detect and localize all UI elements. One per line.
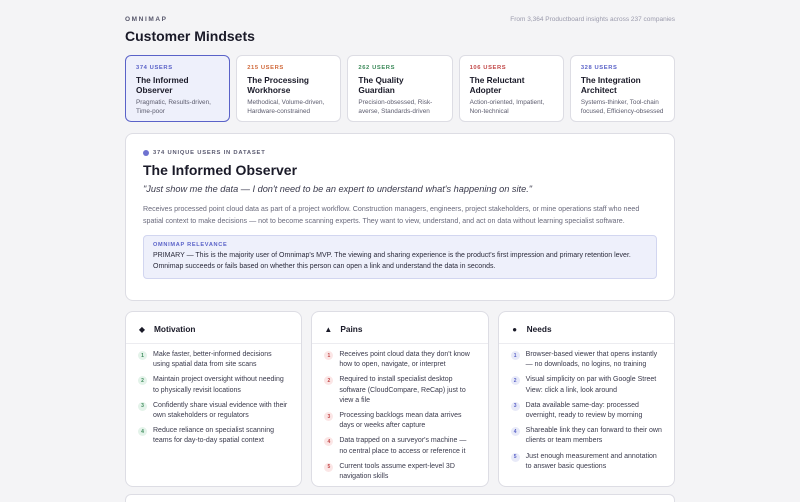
item-number-badge: 1	[324, 351, 334, 360]
list-item: 4 Data trapped on a surveyor's machine — …	[324, 436, 475, 456]
list-item: 3 Processing backlogs mean data arrives d…	[324, 411, 475, 431]
list-item: 3 Data available same-day: processed over…	[510, 401, 662, 421]
mindset-columns: ◆ Motivation 1 Make faster, better-informed…	[125, 311, 675, 487]
detail-description: Receives processed point cloud data as p…	[143, 205, 640, 225]
item-text: Shareable link they can forward to their…	[525, 427, 662, 445]
mindset-card[interactable]: 374 USERS The Informed Observer Pragmatic,…	[125, 55, 231, 122]
list-item: 2 Required to install specialist desktop …	[324, 375, 475, 406]
item-number-badge: 1	[510, 351, 520, 360]
item-text: Browser-based viewer that opens instantl…	[525, 351, 658, 369]
card-tags: Systems-thinker, Tool-chain focused, Eff…	[580, 99, 664, 115]
list-item: 5 Current tools assume expert-level 3D na…	[324, 462, 475, 482]
status-dot-icon	[143, 150, 149, 156]
card-title: The Reluctant Adopter	[469, 75, 525, 95]
item-text: Receives point cloud data they don't kno…	[339, 351, 470, 369]
card-tags: Action-oriented, Impatient, Non-technica…	[469, 99, 545, 115]
item-number-badge: 2	[138, 376, 147, 386]
item-text: Data trapped on a surveyor's machine — n…	[339, 437, 467, 455]
list-item: 1 Browser-based viewer that opens instant…	[510, 350, 662, 370]
mindset-detail-panel: 374 UNIQUE USERS IN DATASET The Informed…	[125, 133, 675, 301]
item-number-badge: 3	[510, 401, 520, 411]
motivation-header: ◆ Motivation	[138, 324, 289, 334]
next-section-edge	[125, 494, 675, 502]
circle-icon: ●	[512, 324, 518, 334]
item-text: Visual simplicity on par with Google Str…	[525, 376, 657, 394]
list-item: 1 Make faster, better-informed decisions …	[138, 350, 289, 370]
pains-column: ▲ Pains 1 Receives point cloud data they do…	[311, 311, 489, 487]
item-number-badge: 1	[138, 351, 147, 360]
list-item: 2 Visual simplicity on par with Google St…	[510, 375, 662, 395]
card-user-count: 262 USERS	[358, 65, 396, 71]
list-item: 3 Confidently share visual evidence with …	[138, 401, 289, 421]
card-user-count: 374 USERS	[136, 65, 173, 71]
card-tags: Precision-obsessed, Risk-averse, Standar…	[358, 99, 433, 115]
item-text: Data available same-day: processed overn…	[525, 401, 643, 420]
item-number-badge: 3	[138, 401, 147, 411]
pains-title: Pains	[340, 324, 363, 334]
detail-title: The Informed Observer	[143, 162, 298, 178]
item-number-badge: 5	[510, 452, 520, 462]
item-number-badge: 2	[324, 376, 334, 386]
list-item: 2 Maintain project oversight without need…	[138, 375, 289, 395]
item-number-badge: 4	[510, 427, 520, 437]
triangle-icon: ▲	[324, 324, 333, 334]
item-text: Current tools assume expert-level 3D nav…	[339, 462, 455, 481]
needs-column: ● Needs 1 Browser-based viewer that opens i…	[497, 311, 675, 487]
item-text: Maintain project oversight without needi…	[153, 376, 284, 394]
item-text: Make faster, better-informed decisions u…	[153, 351, 272, 369]
card-title: The Quality Guardian	[358, 75, 404, 95]
relevance-text: PRIMARY — This is the majority user of O…	[153, 252, 631, 270]
card-user-count: 215 USERS	[247, 65, 284, 71]
card-title: The Integration Architect	[580, 75, 641, 95]
pains-header: ▲ Pains	[324, 324, 475, 334]
item-text: Reduce reliance on specialist scanning t…	[153, 427, 275, 445]
item-number-badge: 2	[510, 376, 520, 386]
detail-quote: "Just show me the data — I don't need to…	[143, 184, 533, 194]
item-number-badge: 5	[324, 462, 334, 472]
list-item: 4 Shareable link they can forward to thei…	[510, 426, 662, 446]
mindset-card[interactable]: 106 USERS The Reluctant Adopter Action-ori…	[458, 55, 564, 122]
item-number-badge: 3	[324, 412, 334, 422]
divider	[126, 343, 302, 344]
list-item: 4 Reduce reliance on specialist scanning …	[138, 426, 289, 446]
card-tags: Methodical, Volume-driven, Hardware-cons…	[247, 99, 325, 115]
mindset-card[interactable]: 262 USERS The Quality Guardian Precision-o…	[347, 55, 453, 122]
card-title: The Processing Workhorse	[247, 75, 309, 95]
relevance-box: OMNIMAP RELEVANCE PRIMARY — This is the …	[143, 235, 657, 279]
item-number-badge: 4	[138, 427, 147, 437]
relevance-label: OMNIMAP RELEVANCE	[153, 242, 228, 248]
divider	[498, 343, 674, 344]
diamond-icon: ◆	[138, 324, 146, 334]
card-user-count: 106 USERS	[469, 65, 507, 71]
list-item: 1 Receives point cloud data they don't kn…	[324, 350, 475, 370]
brand-logo: OMNIMAP	[125, 16, 168, 23]
page-title: Customer Mindsets	[125, 28, 255, 44]
list-item: 5 Just enough measurement and annotation …	[510, 452, 662, 472]
item-text: Confidently share visual evidence with t…	[153, 401, 288, 420]
motivation-title: Motivation	[154, 324, 196, 334]
card-title: The Informed Observer	[136, 75, 189, 95]
source-note: From 3,364 Productboard insights across …	[510, 16, 675, 23]
item-number-badge: 4	[324, 437, 334, 447]
card-user-count: 328 USERS	[580, 65, 618, 71]
mindset-cards: 374 USERS The Informed Observer Pragmatic,…	[125, 55, 676, 122]
page-header: OMNIMAP From 3,364 Productboard insights…	[125, 14, 675, 44]
item-text: Just enough measurement and annotation t…	[525, 452, 657, 470]
unique-users-text: 374 UNIQUE USERS IN DATASET	[153, 150, 266, 156]
item-text: Required to install specialist desktop s…	[339, 376, 466, 404]
mindset-card[interactable]: 215 USERS The Processing Workhorse Methodi…	[236, 55, 342, 122]
unique-users-label: 374 UNIQUE USERS IN DATASET	[143, 150, 657, 156]
needs-header: ● Needs	[511, 324, 662, 334]
divider	[312, 343, 488, 344]
item-text: Processing backlogs mean data arrives da…	[339, 412, 462, 430]
needs-title: Needs	[526, 324, 552, 334]
mindset-card[interactable]: 328 USERS The Integration Architect System…	[569, 55, 676, 122]
motivation-column: ◆ Motivation 1 Make faster, better-informed…	[125, 311, 303, 487]
card-tags: Pragmatic, Results-driven, Time-poor	[136, 99, 211, 115]
